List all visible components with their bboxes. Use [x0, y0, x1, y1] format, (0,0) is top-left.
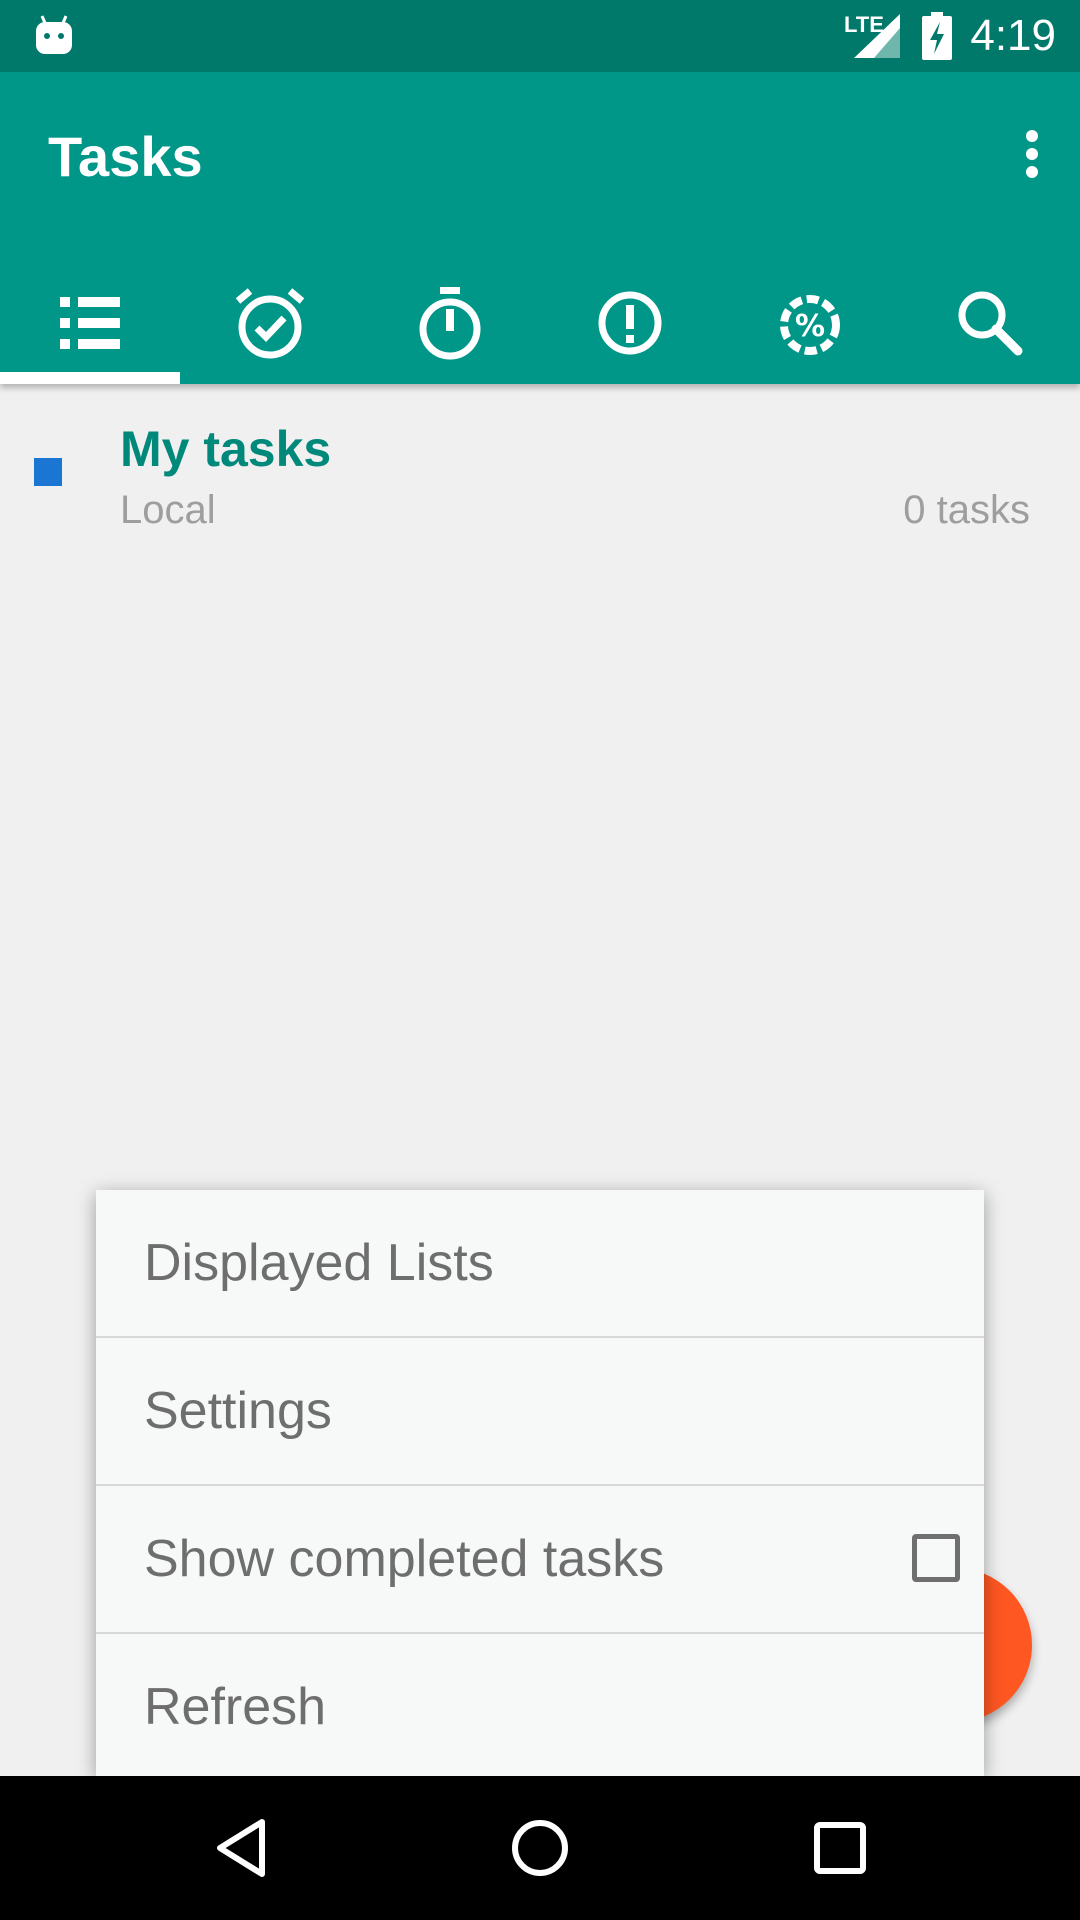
home-icon[interactable]	[508, 1816, 572, 1880]
tab-start[interactable]	[360, 262, 540, 384]
menu-item-label: Displayed Lists	[144, 1234, 494, 1292]
recents-icon[interactable]	[808, 1816, 872, 1880]
list-color-swatch	[34, 458, 62, 486]
menu-item-displayed-lists[interactable]: Displayed Lists	[96, 1190, 984, 1338]
menu-item-settings[interactable]: Settings	[96, 1338, 984, 1486]
search-icon	[958, 291, 1023, 356]
list-icon	[60, 297, 120, 349]
overflow-menu: Displayed Lists Settings Show completed …	[96, 1190, 984, 1776]
list-name: My tasks	[120, 421, 332, 477]
stopwatch-icon	[419, 287, 481, 360]
tab-progress[interactable]: %	[720, 262, 900, 384]
tab-due[interactable]	[180, 262, 360, 384]
page-title: Tasks	[48, 125, 203, 188]
status-bar: LTE 4:19	[0, 0, 1080, 72]
menu-item-label: Show completed tasks	[144, 1530, 665, 1588]
show-completed-checkbox[interactable]	[912, 1534, 960, 1582]
battery-charging-icon	[922, 12, 952, 60]
menu-item-refresh[interactable]: Refresh	[96, 1634, 984, 1776]
clock: 4:19	[970, 11, 1056, 60]
alarm-check-icon	[235, 288, 305, 359]
tab-lists[interactable]	[0, 262, 180, 384]
list-item[interactable]: My tasks Local 0 tasks	[0, 400, 1080, 540]
more-vert-icon	[1026, 130, 1038, 178]
menu-item-show-completed[interactable]: Show completed tasks	[96, 1486, 984, 1634]
svg-text:%: %	[795, 309, 825, 344]
menu-item-label: Settings	[144, 1382, 332, 1440]
app-bar: Tasks %	[0, 72, 1080, 384]
list-account: Local	[120, 488, 216, 532]
overflow-menu-button[interactable]	[990, 124, 1050, 184]
signal-icon	[854, 14, 900, 58]
selected-tab-indicator	[0, 372, 180, 384]
list-task-count: 0 tasks	[903, 488, 1030, 532]
back-icon[interactable]	[210, 1816, 274, 1880]
progress-icon: %	[780, 295, 840, 355]
priority-icon	[598, 291, 662, 355]
tab-priority[interactable]	[540, 262, 720, 384]
android-notification-icon	[36, 15, 72, 54]
tab-bar: %	[0, 262, 1080, 384]
menu-item-label: Refresh	[144, 1678, 327, 1736]
tab-search[interactable]	[900, 262, 1080, 384]
navigation-bar	[0, 1776, 1080, 1920]
